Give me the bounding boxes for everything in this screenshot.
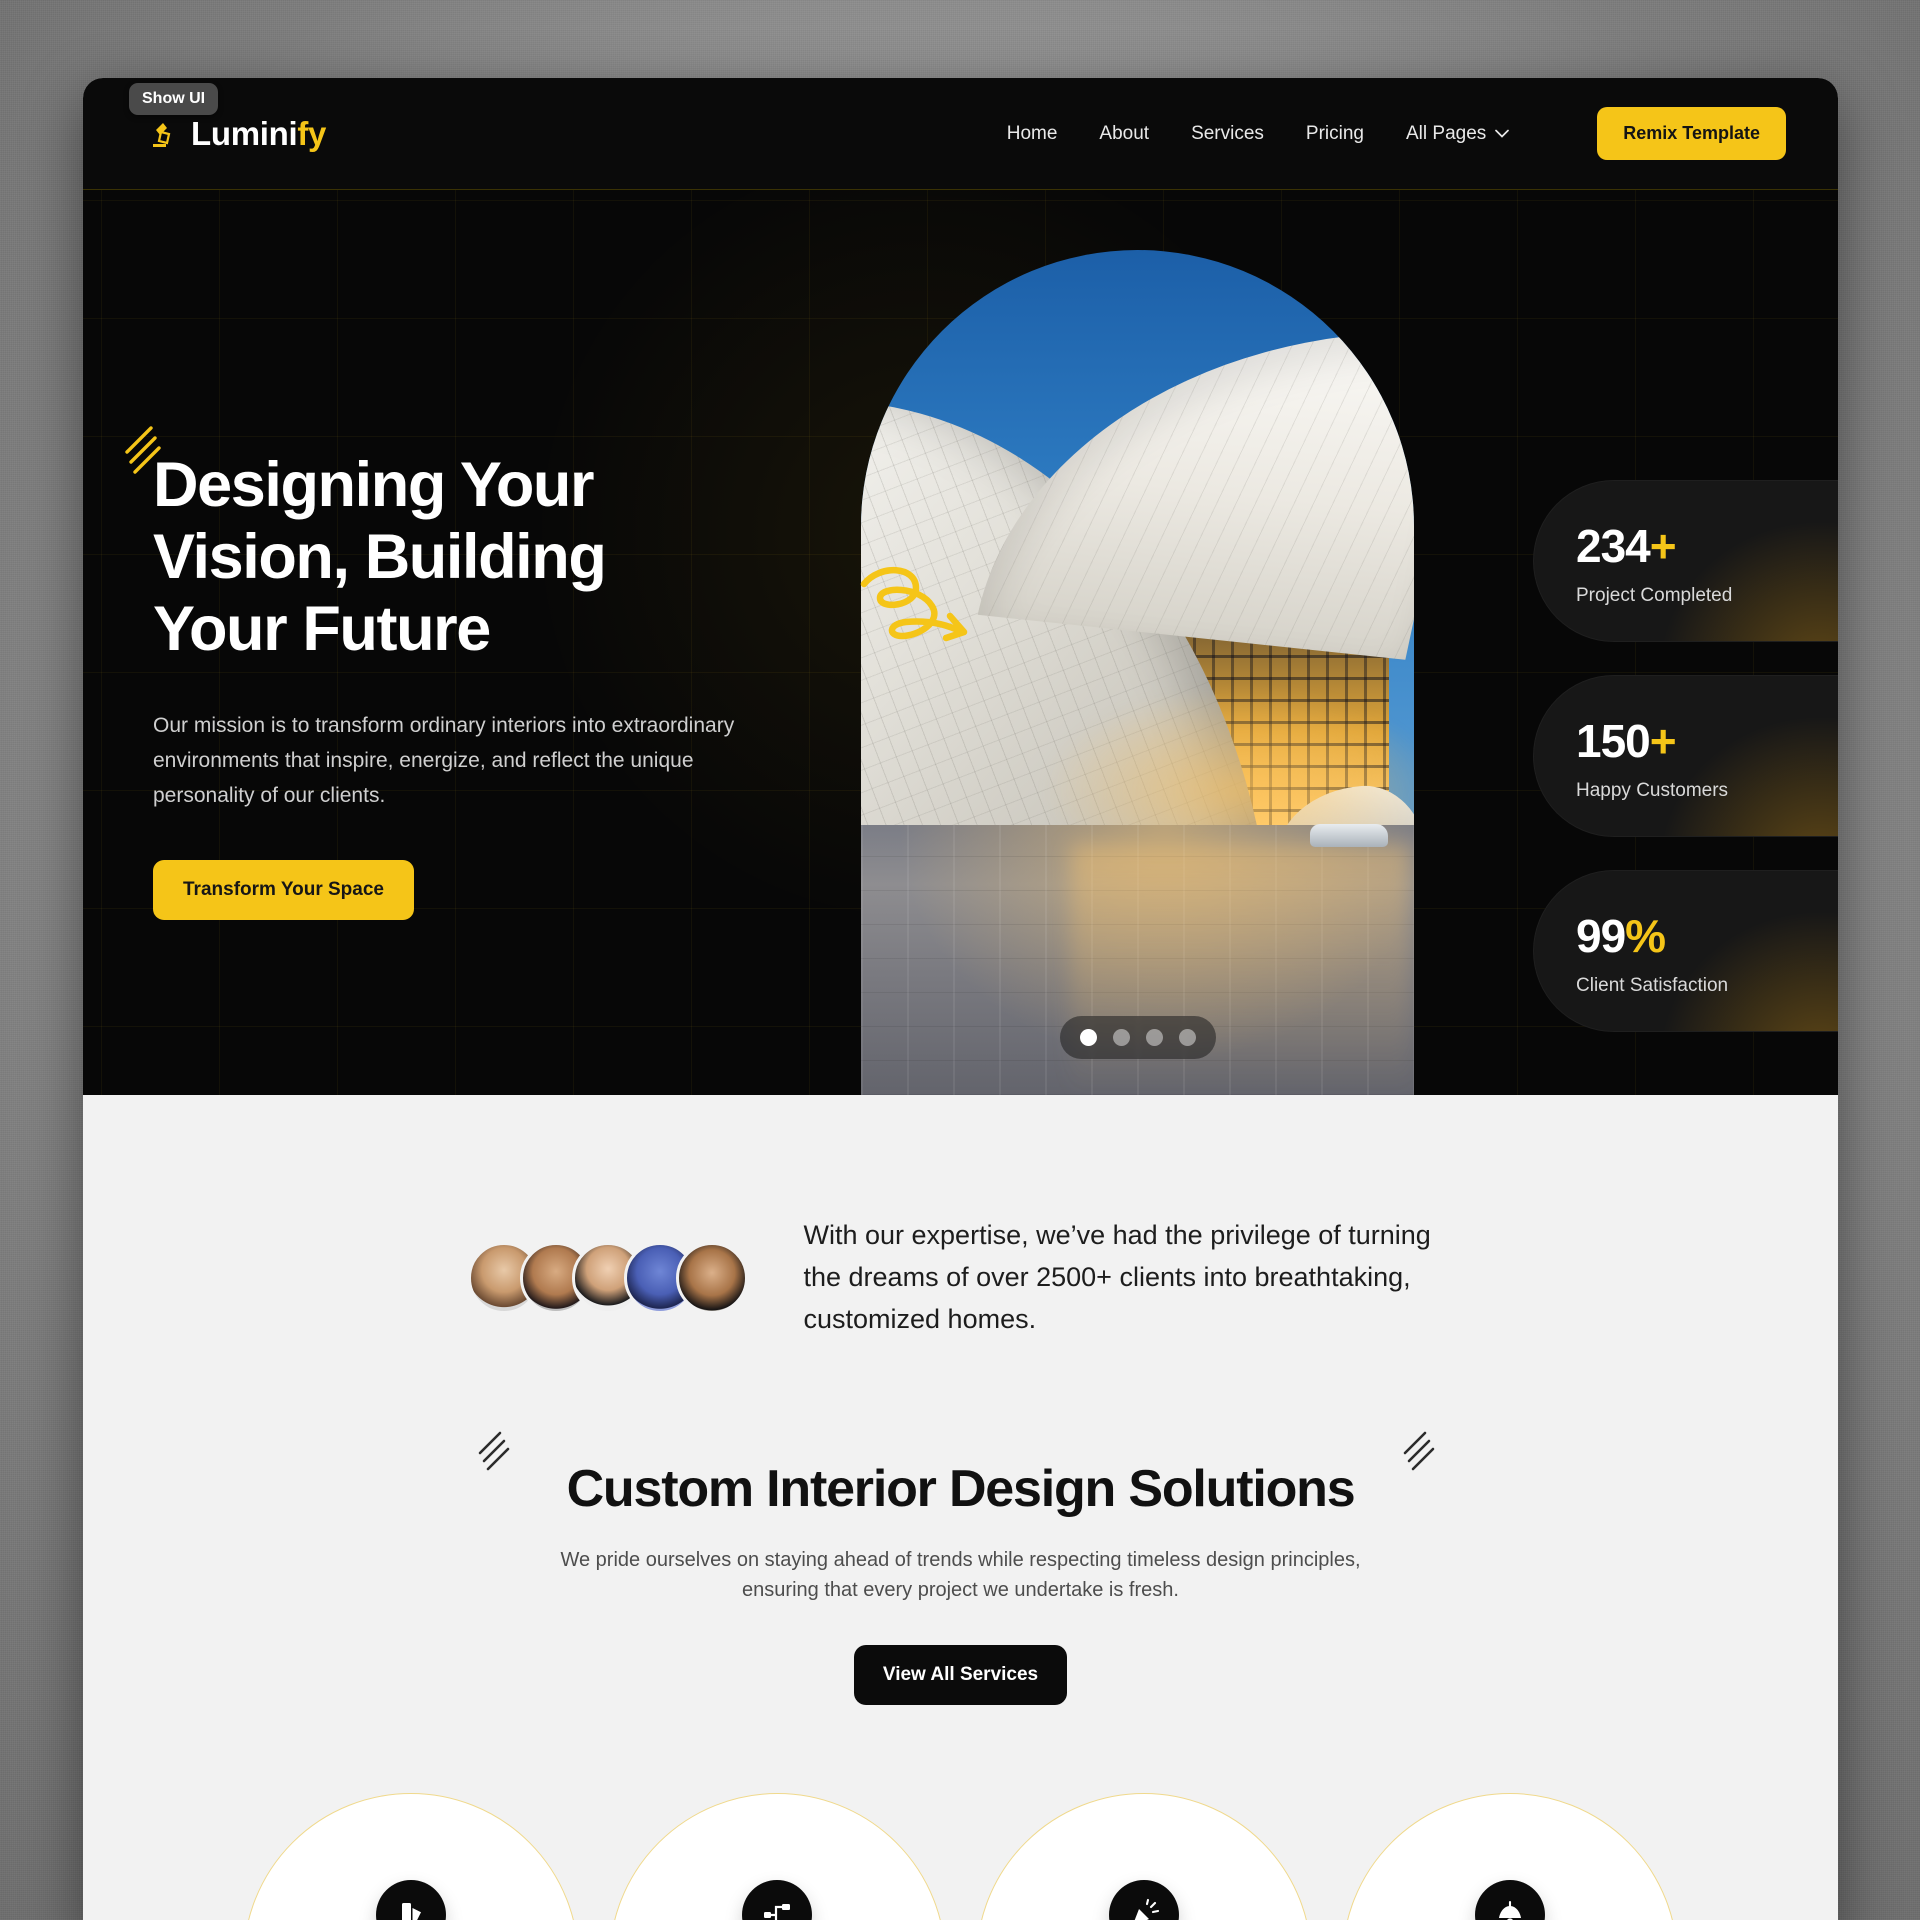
photo-car	[1310, 824, 1388, 847]
nav-all-pages-label: All Pages	[1406, 122, 1487, 144]
carousel-dot-1[interactable]	[1079, 1029, 1097, 1046]
hero-title: Designing Your Vision, Building Your Fut…	[153, 450, 833, 665]
carousel-dot-4[interactable]	[1178, 1029, 1196, 1046]
transform-your-space-button[interactable]: Transform Your Space	[153, 860, 414, 921]
hero-subtitle: Our mission is to transform ordinary int…	[153, 714, 735, 808]
nav-item-all-pages[interactable]: All Pages	[1406, 122, 1510, 145]
carousel-dot-2[interactable]	[1112, 1029, 1130, 1046]
site-header: Show UI Luminify Home About Services Pri…	[83, 78, 1838, 190]
carousel-dot-3[interactable]	[1145, 1029, 1163, 1046]
service-cards: Interior Design Tailored design solution…	[83, 1705, 1838, 1920]
stat-label: Happy Customers	[1576, 780, 1729, 801]
hero-section: Designing Your Vision, Building Your Fut…	[83, 190, 1838, 1095]
service-card-space-planning[interactable]: Space Planning Maximizing the potential …	[609, 1792, 946, 1920]
stat-label: Project Completed	[1576, 585, 1733, 606]
show-ui-badge[interactable]: Show UI	[129, 82, 219, 115]
service-card-interior-design[interactable]: Interior Design Tailored design solution…	[243, 1792, 580, 1920]
stat-value: 99%	[1576, 910, 1666, 962]
browser-window: Show UI Luminify Home About Services Pri…	[83, 78, 1838, 1920]
stat-card-customers: 150+ Happy Customers	[1533, 675, 1838, 837]
hero-architecture-photo	[861, 250, 1414, 1095]
stat-label: Client Satisfaction	[1576, 975, 1729, 996]
avatar	[675, 1241, 748, 1314]
hero-title-line-3: Your Future	[153, 593, 491, 664]
stat-card-projects: 234+ Project Completed	[1533, 480, 1838, 642]
hero-carousel-dots[interactable]	[1059, 1016, 1216, 1059]
nav-item-home[interactable]: Home	[1007, 123, 1058, 145]
client-avatars	[467, 1241, 748, 1314]
party-popper-icon	[1108, 1879, 1179, 1920]
brand-name: Luminify	[191, 114, 327, 152]
view-all-services-button[interactable]: View All Services	[853, 1644, 1068, 1705]
content-section: With our expertise, we’ve had the privil…	[83, 1095, 1838, 1920]
service-card-lighting-design[interactable]: Lighting Design We design custom lightin…	[1341, 1792, 1678, 1920]
testimonial-block: With our expertise, we’ve had the privil…	[83, 1173, 1838, 1341]
nav-item-pricing[interactable]: Pricing	[1306, 123, 1364, 145]
remix-template-button[interactable]: Remix Template	[1597, 107, 1786, 160]
hero-title-line-2: Vision, Building	[153, 521, 607, 592]
color-swatch-icon	[376, 1879, 447, 1920]
service-card-decor-selection[interactable]: Décor Selection Expert curation of furni…	[975, 1792, 1312, 1920]
services-title-text: Custom Interior Design Solutions	[566, 1459, 1356, 1518]
nav-item-services[interactable]: Services	[1191, 123, 1264, 145]
main-navigation: Home About Services Pricing All Pages Re…	[1007, 107, 1786, 160]
services-section-subtitle: We pride ourselves on staying ahead of t…	[560, 1548, 1361, 1601]
pendant-lamp-icon	[1474, 1879, 1545, 1920]
nav-item-about[interactable]: About	[1099, 123, 1149, 145]
stat-value: 234+	[1576, 520, 1677, 572]
stat-value: 150+	[1576, 715, 1677, 767]
hero-stats: 234+ Project Completed 150+ Happy Custom…	[1533, 480, 1838, 1065]
services-section-header: Custom Interior Design Solutions We prid…	[83, 1341, 1838, 1705]
hero-copy: Designing Your Vision, Building Your Fut…	[125, 426, 833, 921]
services-section-title: Custom Interior Design Solutions	[478, 1431, 1435, 1519]
sitemap-icon	[742, 1879, 813, 1920]
testimonial-text: With our expertise, we’ve had the privil…	[803, 1220, 1431, 1334]
brand-logo[interactable]: Show UI Luminify	[129, 82, 327, 153]
desk-lamp-icon	[147, 120, 181, 148]
stat-card-satisfaction: 99% Client Satisfaction	[1533, 870, 1838, 1032]
hero-title-line-1: Designing Your	[153, 450, 595, 520]
chevron-down-icon	[1495, 129, 1510, 138]
